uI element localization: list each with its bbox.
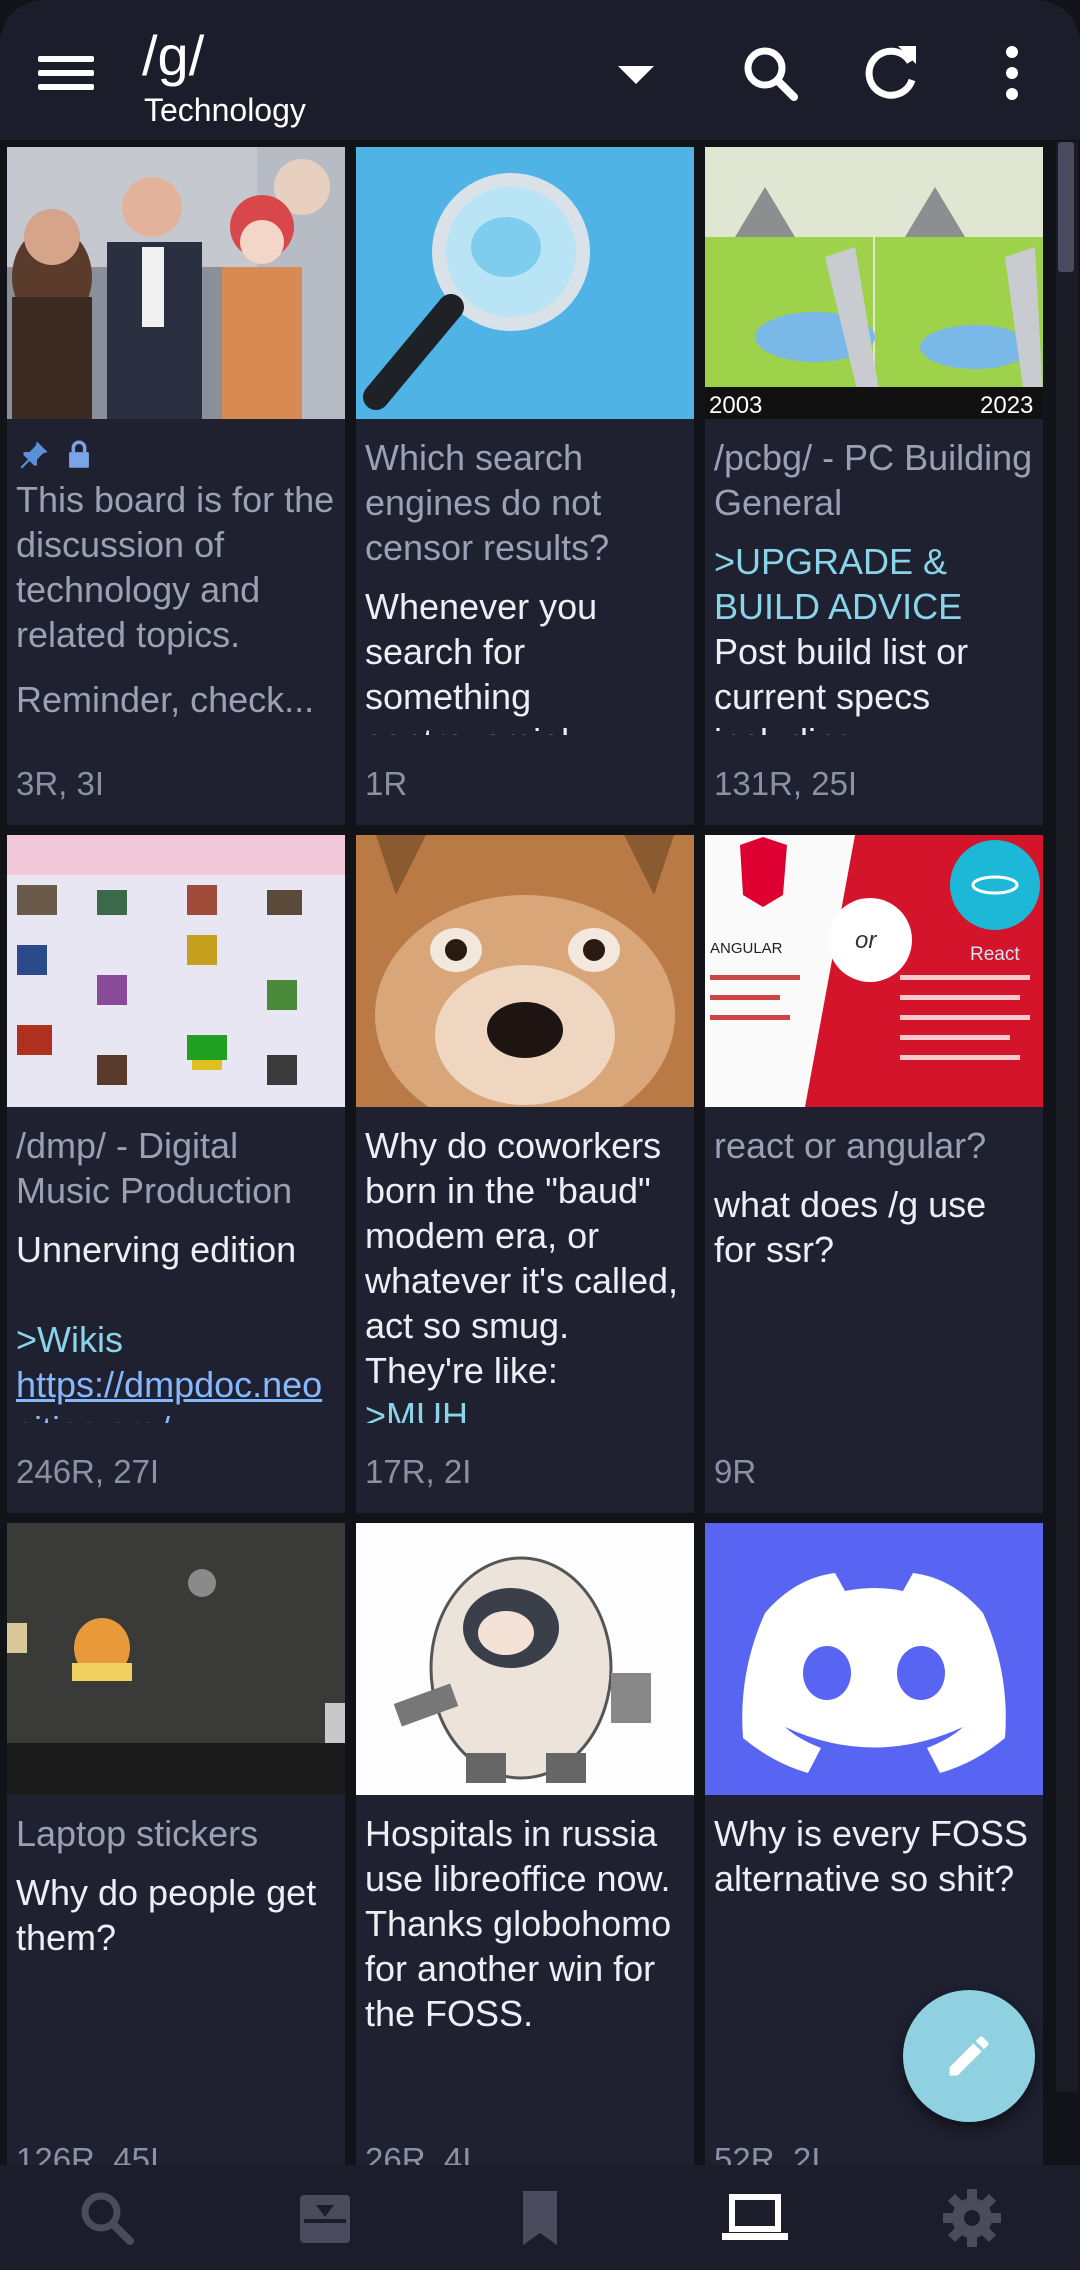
- thumb-label: 2023: [980, 392, 1033, 419]
- scrollbar-thumb[interactable]: [1058, 142, 1074, 272]
- thread-thumbnail[interactable]: ANGULAR or React: [705, 835, 1043, 1107]
- thread-card[interactable]: Which search engines do not censor resul…: [356, 147, 694, 825]
- or-label: or: [855, 927, 877, 954]
- angular-label: ANGULAR: [710, 940, 783, 957]
- dropdown-icon[interactable]: [596, 28, 676, 118]
- thread-thumbnail[interactable]: [7, 1523, 345, 1795]
- new-thread-button[interactable]: [903, 1990, 1035, 2122]
- search-icon[interactable]: [72, 2183, 142, 2253]
- search-icon[interactable]: [730, 28, 810, 118]
- thread-comment: what does /g use for ssr?: [714, 1184, 987, 1270]
- thread-card[interactable]: 2003 2023 /pcbg/ - PC Building General >…: [705, 147, 1043, 825]
- thread-quote: >UPGRADE & BUILD ADVICE: [714, 541, 963, 627]
- thread-comment: This board is for the discussion of tech…: [16, 479, 335, 655]
- bookmark-icon[interactable]: [505, 2183, 575, 2253]
- thread-subject: /pcbg/ - PC Building General: [714, 437, 1033, 523]
- thread-thumbnail[interactable]: [7, 835, 345, 1107]
- thread-subject: Which search engines do not censor resul…: [365, 437, 610, 568]
- thread-card[interactable]: Laptop stickers Why do people get them? …: [7, 1523, 345, 2165]
- thread-comment: Why do coworkers born in the "baud" mode…: [365, 1125, 679, 1391]
- thread-card[interactable]: This board is for the discussion of tech…: [7, 147, 345, 825]
- thread-stats: 126R, 45I: [16, 2141, 160, 2165]
- app-bar: /g/ Technology: [0, 0, 1080, 140]
- thread-link[interactable]: https://dmpdoc.neocities.org/: [16, 1362, 337, 1423]
- scrollbar-track[interactable]: [1056, 142, 1078, 2092]
- thread-stats: 52R, 2I: [714, 2141, 821, 2165]
- thread-card[interactable]: /dmp/ - Digital Music Production Unnervi…: [7, 835, 345, 1513]
- thread-quote: >Wikis: [16, 1319, 123, 1360]
- thread-stats: 26R, 4I: [365, 2141, 472, 2165]
- bottom-navigation: [0, 2165, 1080, 2270]
- thread-stats: 131R, 25I: [714, 765, 858, 802]
- thread-comment-continued: Reminder, check...: [16, 679, 315, 720]
- thread-thumbnail[interactable]: [356, 147, 694, 419]
- thread-comment: Post build list or current specs includi…: [714, 631, 969, 735]
- laptop-icon[interactable]: [720, 2183, 790, 2253]
- refresh-icon[interactable]: [852, 28, 932, 118]
- thread-card[interactable]: Why do coworkers born in the "baud" mode…: [356, 835, 694, 1513]
- thumb-label: 2003: [709, 392, 762, 419]
- react-label: React: [970, 944, 1020, 965]
- thread-stats: 246R, 27I: [16, 1453, 160, 1490]
- thread-stats: 1R: [365, 765, 408, 802]
- thread-comment: Why do people get them?: [16, 1872, 317, 1958]
- thread-stats: 3R, 3I: [16, 765, 105, 802]
- thread-subject: react or angular?: [714, 1125, 987, 1166]
- pencil-icon: [949, 2036, 989, 2076]
- thread-comment: Hospitals in russia use libreoffice now.…: [365, 1813, 672, 2034]
- thread-comment: Whenever you search for something contro…: [365, 586, 598, 735]
- thread-subject: Laptop stickers: [16, 1813, 259, 1854]
- thread-thumbnail[interactable]: [705, 1523, 1043, 1795]
- pin-icon: [20, 441, 48, 469]
- settings-icon[interactable]: [937, 2183, 1007, 2253]
- catalog-grid: This board is for the discussion of tech…: [0, 140, 1080, 2165]
- thread-subject: /dmp/ - Digital Music Production: [16, 1125, 293, 1211]
- lock-icon: [69, 440, 89, 468]
- archive-icon[interactable]: [290, 2183, 360, 2253]
- thread-thumbnail[interactable]: [356, 835, 694, 1107]
- menu-icon[interactable]: [30, 40, 102, 100]
- thread-card[interactable]: Hospitals in russia use libreoffice now.…: [356, 1523, 694, 2165]
- thread-thumbnail[interactable]: 2003 2023: [705, 147, 1043, 419]
- thread-card[interactable]: ANGULAR or React react or angular? what …: [705, 835, 1043, 1513]
- board-subtitle[interactable]: Technology: [144, 94, 306, 126]
- thread-comment: Why is every FOSS alternative so shit?: [714, 1813, 1029, 1899]
- thread-stats: 9R: [714, 1453, 757, 1490]
- more-vert-icon[interactable]: [972, 28, 1052, 118]
- thread-quote: >MUH NEWSGROUPS: [365, 1395, 469, 1423]
- thread-stats: 17R, 2I: [365, 1453, 472, 1490]
- thread-thumbnail[interactable]: [356, 1523, 694, 1795]
- thread-thumbnail[interactable]: [7, 147, 345, 419]
- board-title[interactable]: /g/: [142, 28, 204, 84]
- thread-comment: Unnerving edition: [16, 1229, 297, 1270]
